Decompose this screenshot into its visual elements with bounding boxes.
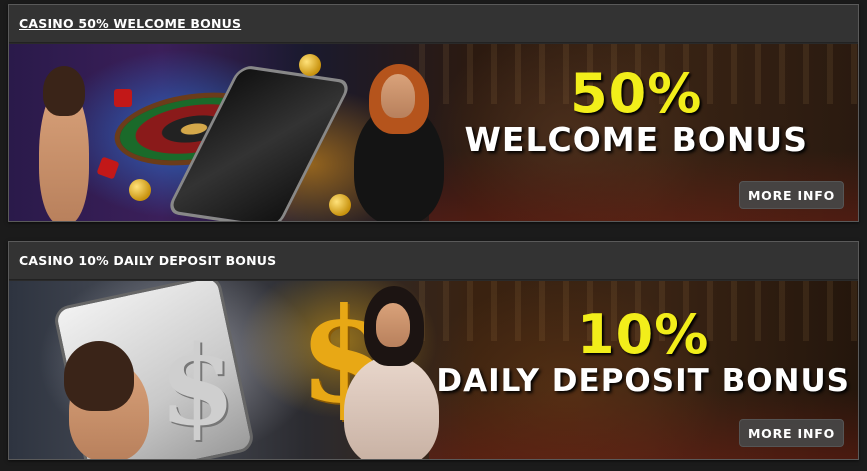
dice-image (114, 89, 132, 107)
promo-title[interactable]: CASINO 50% WELCOME BONUS (9, 5, 858, 43)
promo-headline: 10% DAILY DEPOSIT BONUS (436, 303, 850, 400)
bonus-label: DAILY DEPOSIT BONUS (436, 363, 850, 399)
promo-card-welcome: CASINO 50% WELCOME BONUS 50% WELCOME BON… (8, 4, 859, 222)
model-center-image (344, 356, 439, 459)
promo-banner-daily-deposit[interactable]: $ $ 10% DAILY DEPOSIT BONUS MORE INFO (9, 281, 858, 459)
promo-title-text[interactable]: CASINO 10% DAILY DEPOSIT BONUS (19, 253, 276, 268)
model-left-hair (43, 66, 85, 116)
promo-title[interactable]: CASINO 10% DAILY DEPOSIT BONUS (9, 242, 858, 280)
promo-title-text[interactable]: CASINO 50% WELCOME BONUS (19, 16, 241, 31)
bonus-label: WELCOME BONUS (464, 120, 808, 159)
promo-card-daily-deposit: CASINO 10% DAILY DEPOSIT BONUS $ $ 10% D… (8, 241, 859, 460)
more-info-button[interactable]: MORE INFO (738, 181, 844, 209)
model-center-face (381, 74, 415, 118)
promo-banner-welcome[interactable]: 50% WELCOME BONUS MORE INFO (9, 44, 858, 221)
dollar-sign-icon: $ (159, 321, 236, 450)
bonus-percent: 50% (570, 62, 703, 125)
coin-image (129, 179, 151, 201)
promo-headline: 50% WELCOME BONUS (465, 66, 809, 158)
bonus-percent: 10% (577, 303, 710, 366)
coin-image (299, 54, 321, 76)
model-left-hair (64, 341, 134, 411)
model-center-face (376, 303, 410, 347)
more-info-button[interactable]: MORE INFO (738, 419, 844, 447)
coin-image (329, 194, 351, 216)
